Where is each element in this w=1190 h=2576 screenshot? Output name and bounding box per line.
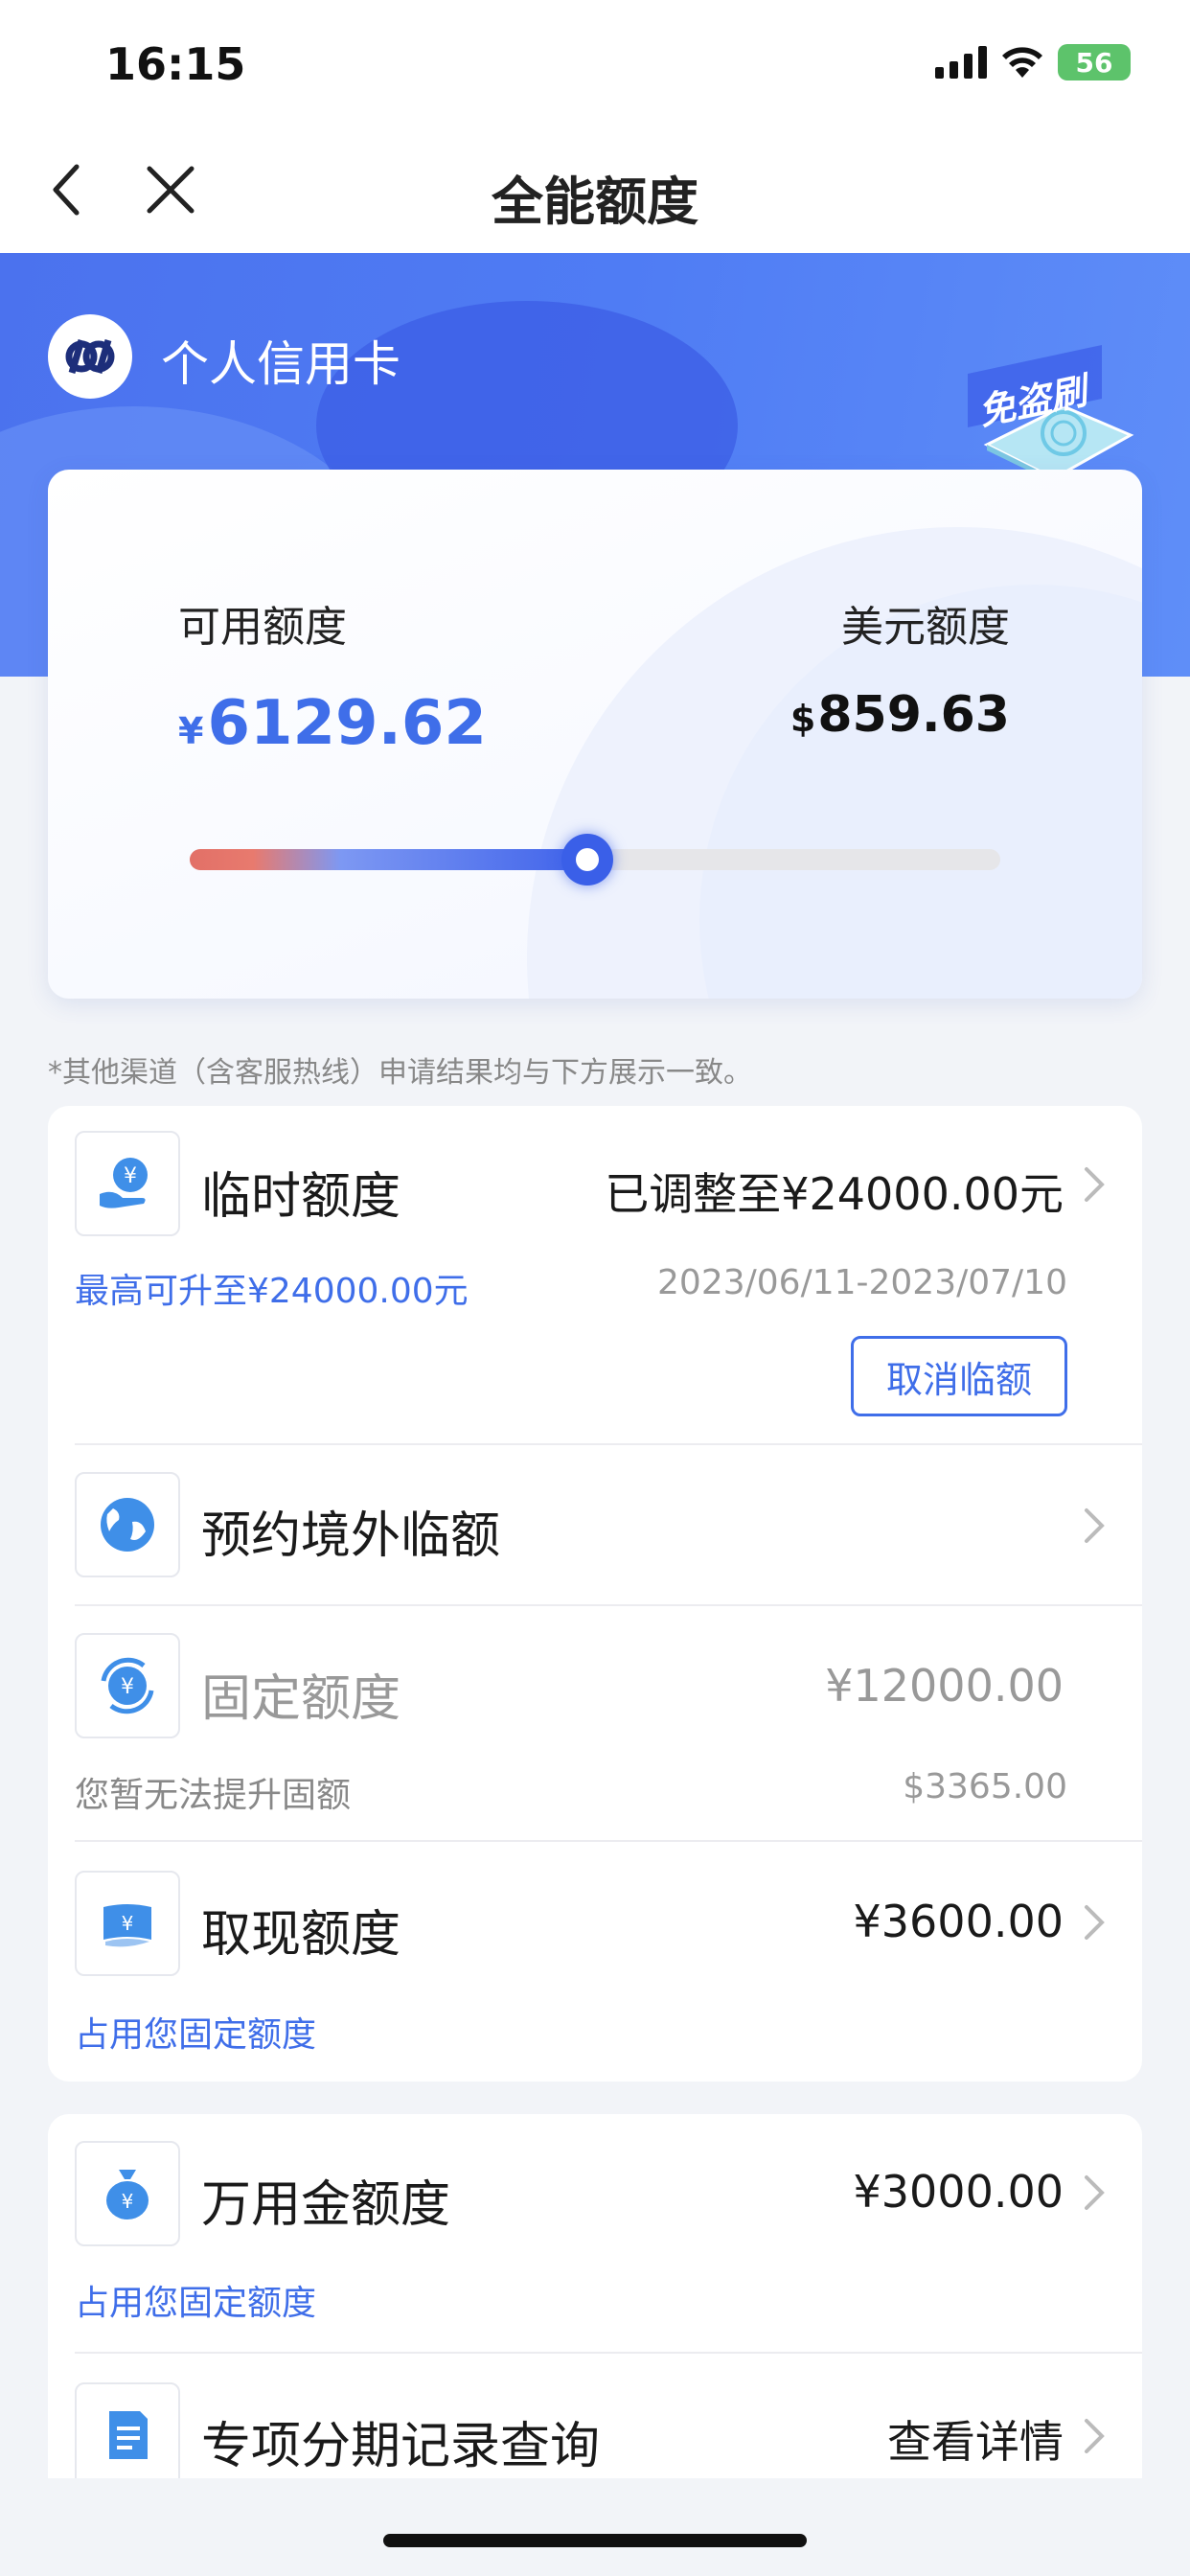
anti-fraud-badge[interactable]: 免盗刷	[958, 339, 1140, 483]
special-credit-card: ¥ 万用金额度 ¥3000.00 占用您固定额度 专项分期记录查询 查看详情	[48, 2114, 1142, 2478]
globe-icon	[101, 1498, 154, 1552]
status-icons: 56	[935, 44, 1131, 80]
cash-quota-note: 占用您固定额度	[75, 2015, 317, 2055]
quota-summary-card: 可用额度 ¥6129.62 美元额度 $859.63	[48, 470, 1142, 999]
usd-credit-label: 美元额度	[841, 603, 1010, 652]
overseas-quota-row[interactable]: 预约境外临额	[48, 1445, 1142, 1604]
nav-bar: 全能额度	[0, 126, 1190, 253]
available-credit-value: ¥6129.62	[178, 688, 487, 759]
wifi-icon	[1002, 47, 1042, 78]
wanyongjin-quota-value: ¥3000.00	[853, 2166, 1064, 2218]
installment-icon-box	[75, 2382, 180, 2478]
cash-quota-value: ¥3600.00	[853, 1896, 1064, 1947]
temporary-quota-row[interactable]: ¥ 临时额度 已调整至¥24000.00元 最高可升至¥24000.00元 20…	[48, 1106, 1142, 1441]
overseas-quota-title: 预约境外临额	[201, 1507, 501, 1565]
document-icon	[109, 2411, 148, 2459]
svg-text:¥: ¥	[122, 2190, 134, 2213]
credit-usage-bar	[190, 834, 1000, 886]
fixed-quota-usd: $3365.00	[903, 1767, 1067, 1806]
fixed-quota-row: ¥ 固定额度 ¥12000.00 您暂无法提升固额 $3365.00	[48, 1606, 1142, 1840]
credit-usage-fill	[190, 849, 587, 870]
credit-usage-thumb	[561, 834, 613, 886]
temporary-quota-icon-box: ¥	[75, 1131, 180, 1236]
cash-quota-title: 取现额度	[201, 1906, 401, 1964]
installment-records-row[interactable]: 专项分期记录查询 查看详情	[48, 2354, 1142, 2478]
available-credit-amount: 6129.62	[207, 688, 487, 759]
svg-text:¥: ¥	[124, 1164, 137, 1188]
cancel-temporary-quota-button[interactable]: 取消临额	[851, 1336, 1067, 1416]
bank-logo-icon	[48, 314, 132, 399]
svg-text:¥: ¥	[121, 1675, 134, 1699]
wanyongjin-icon-box: ¥	[75, 2141, 180, 2246]
chevron-right-icon	[1085, 1508, 1105, 1543]
currency-symbol: ¥	[178, 710, 204, 752]
installment-records-title: 专项分期记录查询	[201, 2418, 601, 2475]
temporary-quota-title: 临时额度	[201, 1168, 401, 1226]
battery-icon: 56	[1058, 44, 1131, 80]
chevron-right-icon	[1085, 2419, 1105, 2453]
installment-records-link: 查看详情	[887, 2416, 1064, 2468]
wanyongjin-quota-note: 占用您固定额度	[75, 2284, 317, 2323]
bank-name: 个人信用卡	[161, 336, 400, 392]
money-bag-icon: ¥	[106, 2170, 149, 2220]
usd-credit-value: $859.63	[790, 686, 1010, 744]
cash-quota-row[interactable]: ¥ 取现额度 ¥3600.00 占用您固定额度	[48, 1842, 1142, 2082]
bottom-area	[0, 2478, 1190, 2576]
page-title: 全能额度	[492, 172, 698, 232]
available-credit-label: 可用额度	[178, 603, 347, 652]
chevron-right-icon	[1085, 1905, 1105, 1940]
home-indicator[interactable]	[383, 2534, 807, 2547]
yen-refresh-icon: ¥	[101, 1657, 154, 1714]
status-time: 16:15	[105, 38, 246, 90]
cellular-signal-icon	[935, 46, 987, 79]
battery-level: 56	[1075, 46, 1113, 79]
chevron-right-icon	[1085, 1167, 1105, 1202]
credit-list-card: ¥ 临时额度 已调整至¥24000.00元 最高可升至¥24000.00元 20…	[48, 1106, 1142, 2082]
yen-hand-icon: ¥	[100, 1158, 148, 1208]
currency-symbol: $	[790, 698, 816, 740]
usd-credit-amount: 859.63	[817, 686, 1010, 744]
chevron-right-icon	[1085, 2175, 1105, 2210]
fixed-quota-note: 您暂无法提升固额	[75, 1776, 352, 1815]
status-bar: 16:15 56	[0, 0, 1190, 126]
fixed-quota-icon-box: ¥	[75, 1633, 180, 1738]
temporary-quota-max: 最高可升至¥24000.00元	[75, 1272, 469, 1311]
channel-notice: *其他渠道（含客服热线）申请结果均与下方展示一致。	[48, 1056, 752, 1090]
temporary-quota-dates: 2023/06/11-2023/07/10	[657, 1263, 1067, 1302]
cash-quota-icon-box: ¥	[75, 1871, 180, 1976]
fixed-quota-value: ¥12000.00	[825, 1660, 1064, 1712]
wanyongjin-quota-row[interactable]: ¥ 万用金额度 ¥3000.00 占用您固定额度	[48, 2114, 1142, 2350]
temporary-quota-value: 已调整至¥24000.00元	[605, 1168, 1064, 1220]
wanyongjin-quota-title: 万用金额度	[201, 2176, 451, 2234]
overseas-quota-icon-box	[75, 1472, 180, 1577]
banknote-icon: ¥	[103, 1904, 151, 1947]
fixed-quota-title: 固定额度	[201, 1670, 401, 1728]
svg-text:¥: ¥	[122, 1912, 134, 1935]
